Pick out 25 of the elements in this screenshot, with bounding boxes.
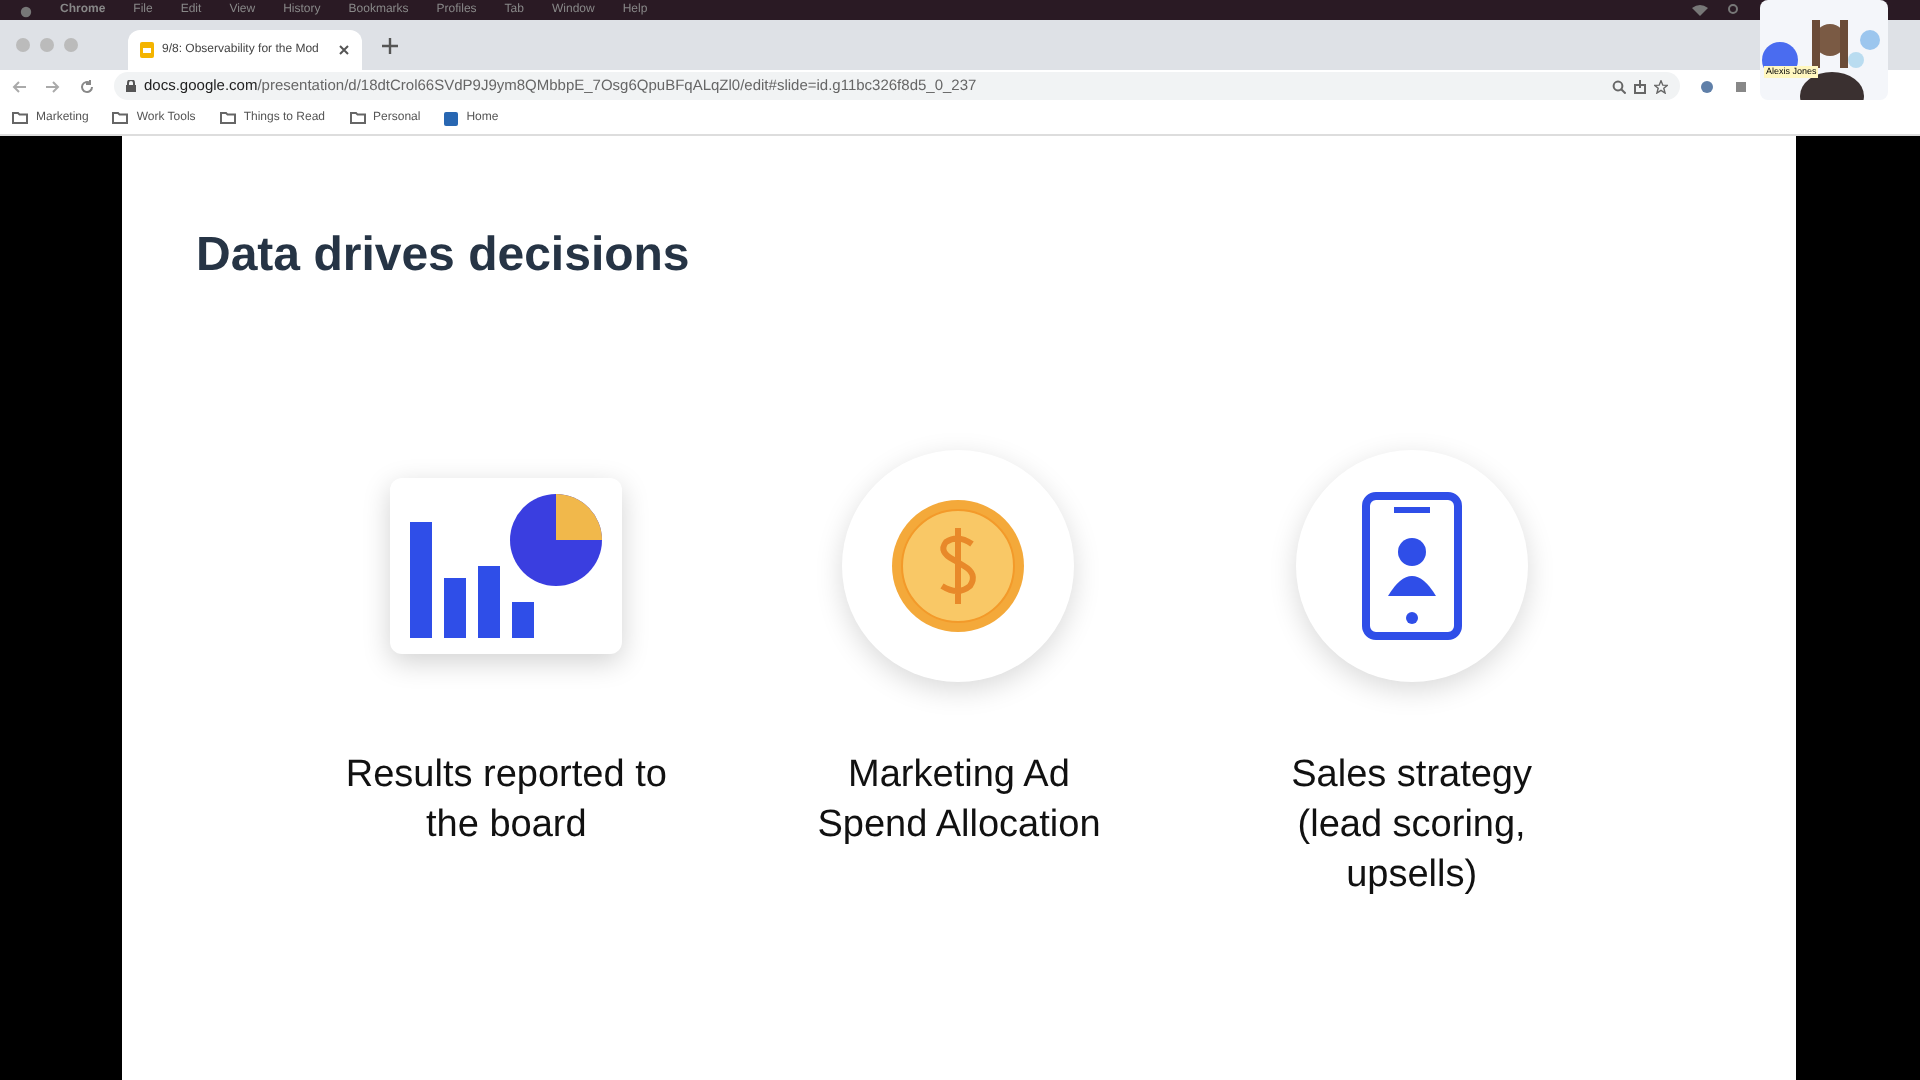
- slide-caption: Marketing Ad Spend Allocation: [815, 752, 1103, 850]
- zoom-icon[interactable]: [1612, 79, 1626, 93]
- star-icon[interactable]: [1654, 79, 1668, 93]
- forward-icon[interactable]: [46, 79, 60, 93]
- wifi-icon[interactable]: [1692, 4, 1708, 16]
- back-icon[interactable]: [12, 79, 26, 93]
- slide-caption: Sales strategy (lead scoring, upsells): [1289, 752, 1535, 900]
- linkedin-icon: [444, 111, 459, 125]
- bar-chart-icon: [410, 494, 603, 638]
- phone-user-icon: [1361, 492, 1462, 640]
- folder-icon: [12, 112, 28, 124]
- folder-icon: [112, 112, 129, 124]
- new-tab-icon[interactable]: [382, 37, 398, 53]
- search-icon[interactable]: [1728, 4, 1740, 16]
- folder-icon: [349, 112, 366, 124]
- lock-icon: [126, 80, 136, 92]
- reload-icon[interactable]: [80, 79, 94, 93]
- slides-icon: [140, 42, 154, 58]
- close-icon[interactable]: [338, 44, 350, 56]
- folder-icon: [219, 112, 236, 124]
- slide-caption: Results reported to the board: [343, 752, 669, 850]
- share-icon[interactable]: [1634, 79, 1646, 93]
- slide-title: Data drives decisions: [196, 226, 692, 286]
- extension-icon[interactable]: [1700, 79, 1714, 93]
- dollar-coin-icon: [888, 496, 1029, 636]
